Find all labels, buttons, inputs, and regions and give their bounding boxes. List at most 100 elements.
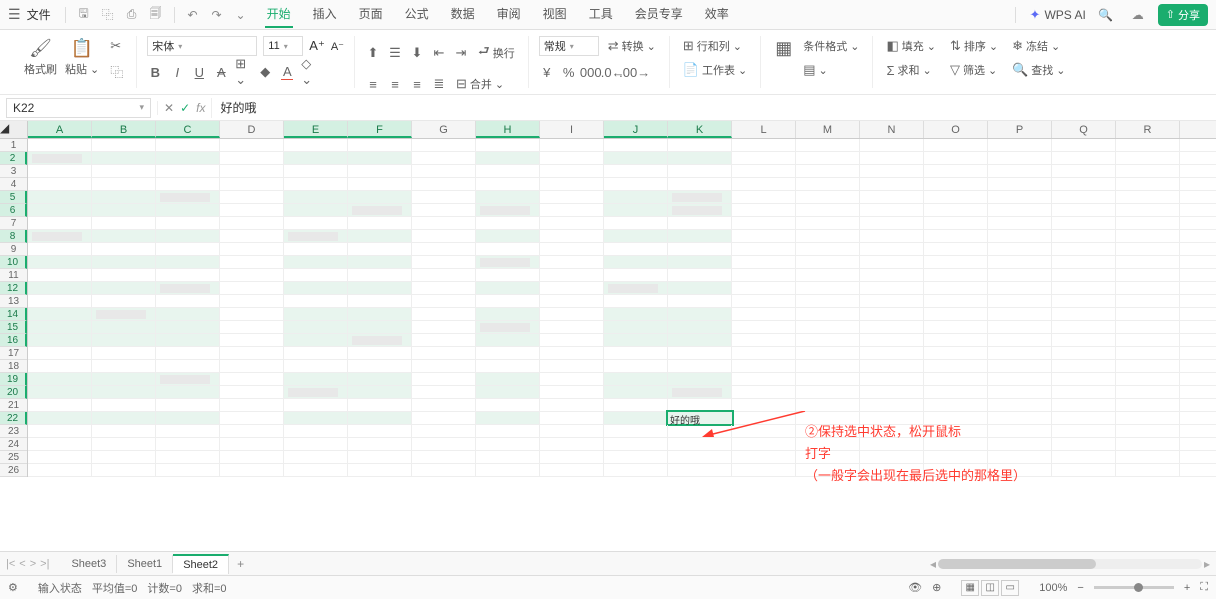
fill-button[interactable]: ◧填充 ⌄ (883, 36, 939, 56)
add-sheet-button[interactable]: + (229, 557, 252, 571)
col-header-O[interactable]: O (924, 121, 988, 138)
row-header-17[interactable]: 17 (0, 347, 27, 360)
increase-decimal-icon[interactable]: .00→ (627, 64, 643, 80)
table-format-button[interactable]: ▤ ⌄ (800, 60, 862, 80)
row-header-8[interactable]: 8 (0, 230, 27, 243)
border-button[interactable]: ⊞ ⌄ (235, 64, 251, 80)
align-top-icon[interactable]: ⬆ (365, 45, 381, 61)
formula-input[interactable]: 好的哦 (211, 98, 1216, 118)
pagebreak-view-button[interactable]: ▭ (1001, 580, 1019, 596)
col-header-Q[interactable]: Q (1052, 121, 1116, 138)
row-header-14[interactable]: 14 (0, 308, 27, 321)
first-sheet-icon[interactable]: |< (6, 558, 15, 570)
row-header-2[interactable]: 2 (0, 152, 27, 165)
dropdown-icon[interactable]: ⌄ (232, 6, 250, 24)
export-icon[interactable]: ⿻ (99, 6, 117, 24)
hamburger-icon[interactable]: ☰ (8, 6, 21, 23)
font-color-button[interactable]: A (279, 64, 295, 80)
last-sheet-icon[interactable]: >| (40, 558, 49, 570)
number-format-combo[interactable]: 常规▾ (539, 36, 599, 56)
col-header-E[interactable]: E (284, 121, 348, 138)
tab-review[interactable]: 审阅 (495, 1, 523, 28)
align-right-icon[interactable]: ≡ (409, 76, 425, 92)
target-icon[interactable]: ⊕ (932, 581, 941, 594)
row-header-19[interactable]: 19 (0, 373, 27, 386)
cut-button[interactable]: ✂ (107, 36, 126, 56)
sheet-tab-sheet2[interactable]: Sheet2 (173, 554, 229, 574)
percent-icon[interactable]: % (561, 64, 577, 80)
print-icon[interactable]: ⎙ (123, 6, 141, 24)
undo-icon[interactable]: ↶ (184, 6, 202, 24)
sort-button[interactable]: ⇅排序 ⌄ (947, 36, 1001, 56)
zoom-level[interactable]: 100% (1039, 582, 1067, 594)
merge-cells-button[interactable]: ⊟合并 ⌄ (453, 74, 507, 94)
row-header-25[interactable]: 25 (0, 451, 27, 464)
align-center-icon[interactable]: ≡ (387, 76, 403, 92)
scroll-thumb[interactable] (938, 559, 1096, 569)
sheet-tab-sheet3[interactable]: Sheet3 (61, 555, 117, 573)
col-header-B[interactable]: B (92, 121, 156, 138)
row-header-18[interactable]: 18 (0, 360, 27, 373)
tab-page[interactable]: 页面 (357, 1, 385, 28)
indent-right-icon[interactable]: ⇥ (453, 45, 469, 61)
row-header-7[interactable]: 7 (0, 217, 27, 230)
col-header-L[interactable]: L (732, 121, 796, 138)
redo-icon[interactable]: ↷ (208, 6, 226, 24)
row-header-13[interactable]: 13 (0, 295, 27, 308)
row-header-1[interactable]: 1 (0, 139, 27, 152)
row-header-3[interactable]: 3 (0, 165, 27, 178)
tab-member[interactable]: 会员专享 (633, 1, 685, 28)
preview-icon[interactable]: 🗐 (147, 6, 165, 24)
freeze-button[interactable]: ❄冻结 ⌄ (1009, 36, 1068, 56)
col-header-C[interactable]: C (156, 121, 220, 138)
cells-area[interactable]: 好的哦 (28, 139, 1216, 477)
transpose-button[interactable]: ⇄转换 ⌄ (605, 36, 659, 56)
copy-button[interactable]: ⿻ (107, 60, 126, 83)
row-header-21[interactable]: 21 (0, 399, 27, 412)
row-header-26[interactable]: 26 (0, 464, 27, 477)
file-menu[interactable]: 文件 (27, 6, 51, 23)
indent-left-icon[interactable]: ⇤ (431, 45, 447, 61)
paste-button[interactable]: 📋粘贴 ⌄ (61, 36, 103, 79)
col-header-K[interactable]: K (668, 121, 732, 138)
row-header-23[interactable]: 23 (0, 425, 27, 438)
col-header-D[interactable]: D (220, 121, 284, 138)
format-painter-button[interactable]: 🖌格式刷 (20, 36, 61, 79)
underline-button[interactable]: U (191, 64, 207, 80)
confirm-icon[interactable]: ✓ (180, 101, 190, 115)
eye-icon[interactable]: 👁 (908, 581, 922, 594)
tab-data[interactable]: 数据 (449, 1, 477, 28)
cancel-icon[interactable]: ✕ (164, 101, 174, 115)
tab-efficiency[interactable]: 效率 (703, 1, 731, 28)
col-header-I[interactable]: I (540, 121, 604, 138)
thousands-icon[interactable]: 000 (583, 64, 599, 80)
font-name-combo[interactable]: 宋体▾ (147, 36, 257, 56)
scroll-left-icon[interactable]: ◂ (930, 557, 936, 571)
wps-ai-button[interactable]: ✦WPS AI (1030, 7, 1086, 23)
sum-button[interactable]: Σ求和 ⌄ (883, 60, 939, 80)
align-bottom-icon[interactable]: ⬇ (409, 45, 425, 61)
next-sheet-icon[interactable]: > (30, 558, 36, 570)
find-button[interactable]: 🔍查找 ⌄ (1009, 60, 1068, 80)
bold-button[interactable]: B (147, 64, 163, 80)
strikethrough-button[interactable]: A (213, 64, 229, 80)
fullscreen-icon[interactable]: ⛶ (1200, 581, 1208, 594)
row-header-6[interactable]: 6 (0, 204, 27, 217)
tab-start[interactable]: 开始 (265, 1, 293, 28)
clear-format-button[interactable]: ◇ ⌄ (301, 64, 317, 80)
cell-style-button[interactable]: ▦ (771, 36, 796, 61)
col-header-F[interactable]: F (348, 121, 412, 138)
col-header-P[interactable]: P (988, 121, 1052, 138)
filter-button[interactable]: ▽筛选 ⌄ (947, 60, 1001, 80)
select-all-corner[interactable]: ◢ (0, 121, 28, 138)
wrap-text-button[interactable]: ⮐换行 (475, 40, 518, 66)
page-view-button[interactable]: ◫ (981, 580, 999, 596)
align-middle-icon[interactable]: ☰ (387, 45, 403, 61)
row-header-22[interactable]: 22 (0, 412, 27, 425)
col-header-A[interactable]: A (28, 121, 92, 138)
search-icon[interactable]: 🔍 (1097, 6, 1115, 24)
tab-formula[interactable]: 公式 (403, 1, 431, 28)
decrease-font-icon[interactable]: A⁻ (331, 40, 344, 53)
tab-insert[interactable]: 插入 (311, 1, 339, 28)
sheet-tab-sheet1[interactable]: Sheet1 (117, 555, 173, 573)
